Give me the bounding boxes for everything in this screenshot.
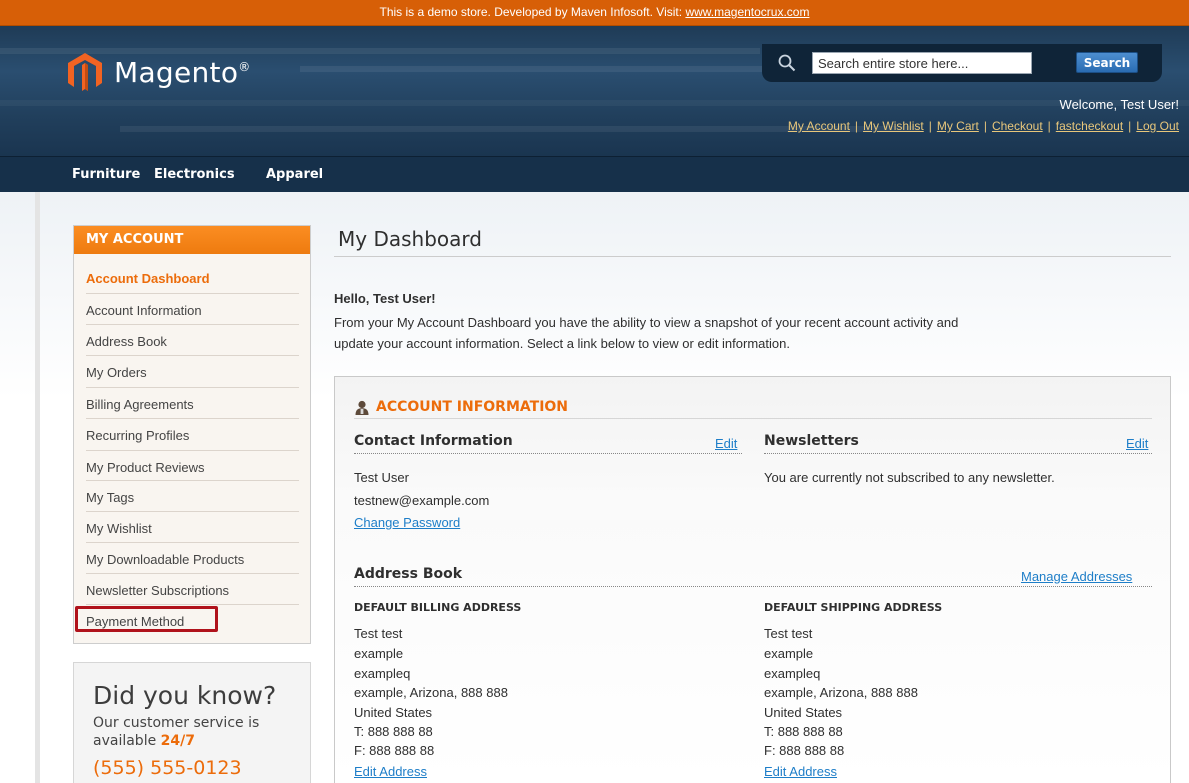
nav-apparel[interactable]: Apparel — [266, 167, 323, 182]
top-link-checkout[interactable]: Checkout — [992, 119, 1043, 133]
nav-furniture[interactable]: Furniture — [72, 167, 140, 182]
intro-text-line2: update your account information. Select … — [334, 336, 790, 351]
top-link-my-account[interactable]: My Account — [788, 119, 850, 133]
shipping-line: exampleq — [764, 666, 821, 681]
billing-line: F: 888 888 88 — [354, 743, 435, 758]
address-book-divider — [354, 586, 1152, 587]
hello-message: Hello, Test User! — [334, 291, 436, 306]
search-panel: Search — [762, 44, 1162, 82]
logo-wordmark: Magento® — [114, 55, 251, 89]
address-book-title: Address Book — [354, 566, 463, 582]
edit-shipping-address-link[interactable]: Edit Address — [764, 764, 837, 779]
title-divider — [334, 256, 1171, 257]
nav-electronics[interactable]: Electronics — [154, 167, 235, 182]
newsletters-divider — [764, 453, 1152, 454]
sidebar-item-my-wishlist[interactable]: My Wishlist — [86, 511, 299, 543]
sidebar-item-account-information[interactable]: Account Information — [86, 293, 299, 325]
edit-billing-address-link[interactable]: Edit Address — [354, 764, 427, 779]
demo-notice-link[interactable]: www.magentocrux.com — [685, 5, 809, 19]
shipping-line: example, Arizona, 888 888 — [764, 685, 918, 700]
sidebar-item-billing-agreements[interactable]: Billing Agreements — [86, 387, 299, 419]
did-you-know-line2: available 24/7 — [93, 733, 195, 749]
top-links: My Account | My Wishlist | My Cart | Checkout |… — [787, 119, 1179, 133]
newsletter-status: You are currently not subscribed to any … — [764, 470, 1055, 485]
billing-line: Test test — [354, 626, 403, 641]
sidebar-item-newsletter-subscriptions[interactable]: Newsletter Subscriptions — [86, 573, 299, 605]
billing-line: example — [354, 646, 404, 661]
shipping-line: T: 888 888 88 — [764, 724, 843, 739]
top-link-my-wishlist[interactable]: My Wishlist — [863, 119, 924, 133]
customer-service-phone: (555) 555-0123 — [93, 757, 242, 779]
site-logo[interactable]: Magento® — [68, 53, 251, 91]
sidebar-item-my-downloadable-products[interactable]: My Downloadable Products — [86, 542, 299, 574]
account-information-heading: ACCOUNT INFORMATION — [355, 399, 568, 415]
sidebar-item-my-product-reviews[interactable]: My Product Reviews — [86, 450, 299, 482]
contact-email: testnew@example.com — [354, 493, 490, 508]
manage-addresses-link[interactable]: Manage Addresses — [1021, 569, 1132, 584]
user-icon — [355, 400, 369, 415]
top-link-my-cart[interactable]: My Cart — [937, 119, 979, 133]
magento-logo-icon — [68, 53, 102, 91]
shipping-line: Test test — [764, 626, 813, 641]
contact-name: Test User — [354, 470, 409, 485]
search-icon — [778, 54, 796, 72]
sidebar-title: MY ACCOUNT — [74, 226, 310, 254]
did-you-know-block: Did you know? Our customer service is av… — [73, 662, 311, 783]
billing-line: example, Arizona, 888 888 — [354, 685, 508, 700]
sidebar-item-my-orders[interactable]: My Orders — [86, 355, 299, 387]
billing-line: United States — [354, 705, 433, 720]
top-link-log-out[interactable]: Log Out — [1136, 119, 1179, 133]
shipping-line: F: 888 888 88 — [764, 743, 845, 758]
edit-contact-link[interactable]: Edit — [715, 436, 737, 451]
shipping-line: United States — [764, 705, 843, 720]
shipping-line: example — [764, 646, 814, 661]
default-billing-title: DEFAULT BILLING ADDRESS — [354, 601, 522, 614]
sidebar-item-recurring-profiles[interactable]: Recurring Profiles — [86, 418, 299, 450]
welcome-message: Welcome, Test User! — [1059, 97, 1179, 112]
did-you-know-title: Did you know? — [93, 681, 277, 710]
page-title: My Dashboard — [338, 227, 482, 251]
site-header: Magento® Search Welcome, Test User! My A… — [0, 26, 1189, 156]
change-password-link[interactable]: Change Password — [354, 515, 460, 530]
demo-notice-bar: This is a demo store. Developed by Maven… — [0, 0, 1189, 26]
search-button[interactable]: Search — [1076, 52, 1138, 73]
billing-line: T: 888 888 88 — [354, 724, 433, 739]
billing-line: exampleq — [354, 666, 411, 681]
did-you-know-line1: Our customer service is — [93, 715, 260, 731]
newsletters-title: Newsletters — [764, 433, 859, 449]
intro-text-line1: From your My Account Dashboard you have … — [334, 315, 959, 330]
contact-divider — [354, 453, 742, 454]
contact-information-title: Contact Information — [354, 433, 513, 449]
demo-notice-text: This is a demo store. Developed by Maven… — [379, 5, 683, 19]
page-border — [35, 192, 40, 783]
search-input[interactable] — [812, 52, 1032, 74]
top-link-fastcheckout[interactable]: fastcheckout — [1056, 119, 1123, 133]
sidebar-item-address-book[interactable]: Address Book — [86, 324, 299, 356]
payment-method-highlight — [75, 606, 218, 632]
account-info-divider — [354, 418, 1152, 419]
sidebar-item-account-dashboard[interactable]: Account Dashboard — [86, 262, 299, 294]
category-nav: Furniture Electronics Apparel — [0, 156, 1189, 192]
sidebar-item-my-tags[interactable]: My Tags — [86, 480, 299, 512]
edit-newsletters-link[interactable]: Edit — [1126, 436, 1148, 451]
default-shipping-title: DEFAULT SHIPPING ADDRESS — [764, 601, 943, 614]
account-sidebar: MY ACCOUNT Account Dashboard Account Inf… — [73, 225, 311, 644]
